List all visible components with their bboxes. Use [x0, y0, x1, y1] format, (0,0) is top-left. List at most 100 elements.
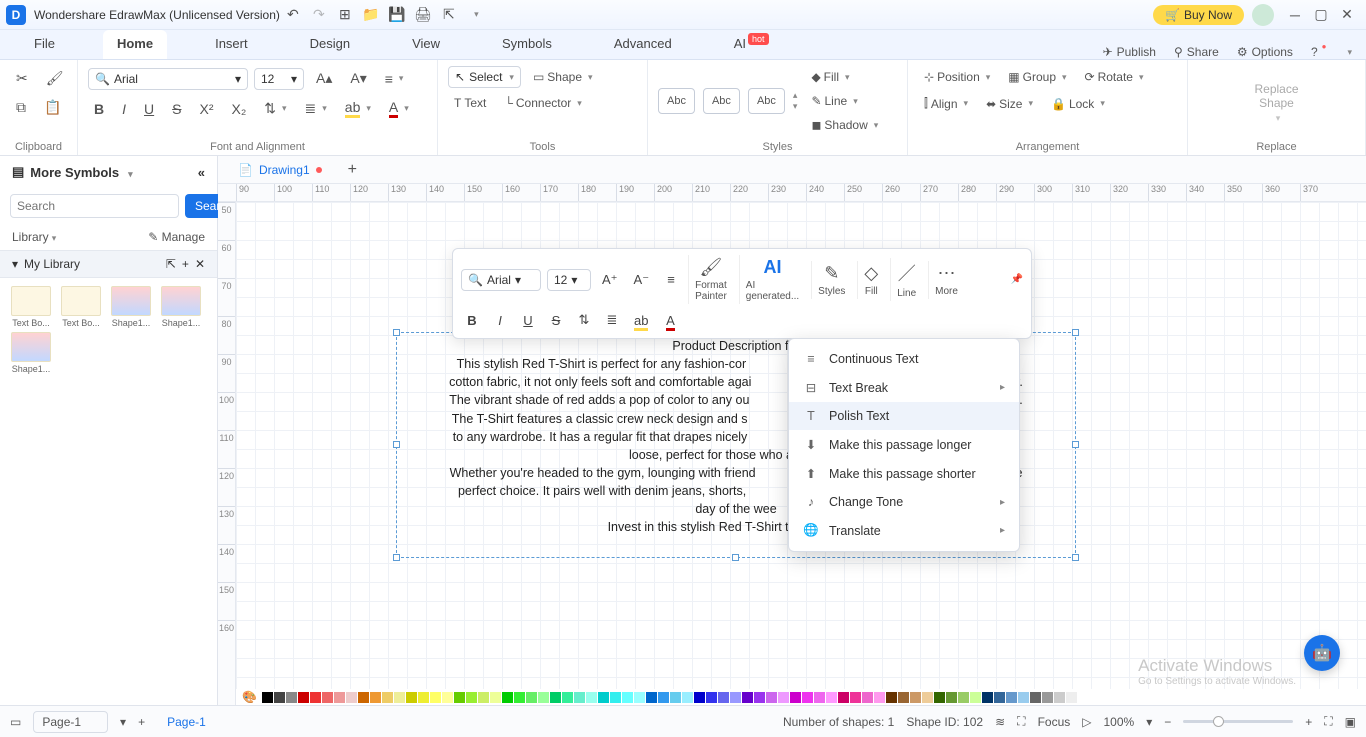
- color-swatch[interactable]: [874, 692, 885, 703]
- color-swatch[interactable]: [682, 692, 693, 703]
- color-picker-icon[interactable]: 🎨: [242, 690, 257, 704]
- lock-button[interactable]: 🔒 Lock: [1045, 93, 1111, 115]
- group-button[interactable]: ▦ Group: [1002, 66, 1072, 88]
- color-swatch[interactable]: [1006, 692, 1017, 703]
- increase-font-button[interactable]: A▴: [310, 66, 338, 91]
- print-button[interactable]: 🖨: [410, 2, 436, 28]
- float-size-select[interactable]: 12 ▾: [547, 269, 591, 291]
- tab-ai[interactable]: AIhot: [720, 30, 783, 59]
- redo-button[interactable]: ↷: [306, 2, 332, 28]
- color-swatch[interactable]: [982, 692, 993, 703]
- select-tool[interactable]: ↖ Select: [448, 66, 521, 88]
- buy-now-button[interactable]: 🛒 Buy Now: [1153, 5, 1244, 25]
- export-button[interactable]: ⇱: [436, 2, 462, 28]
- add-document-button[interactable]: +: [340, 161, 365, 179]
- style-preset-2[interactable]: Abc: [703, 88, 740, 114]
- color-swatch[interactable]: [610, 692, 621, 703]
- color-swatch[interactable]: [262, 692, 273, 703]
- tab-file[interactable]: File: [20, 30, 69, 59]
- canvas-grid[interactable]: Product Description for This stylish Red…: [236, 202, 1366, 689]
- color-swatch[interactable]: [754, 692, 765, 703]
- float-italic[interactable]: I: [489, 309, 511, 332]
- resize-handle-s[interactable]: [732, 554, 739, 561]
- lib-close-icon[interactable]: ✕: [195, 257, 205, 271]
- tab-insert[interactable]: Insert: [201, 30, 262, 59]
- color-swatch[interactable]: [1018, 692, 1029, 703]
- page-tab[interactable]: Page-1: [157, 711, 216, 733]
- color-swatch[interactable]: [766, 692, 777, 703]
- float-bullets[interactable]: ≣: [601, 308, 623, 332]
- color-swatch[interactable]: [478, 692, 489, 703]
- connector-tool[interactable]: └ Connector: [498, 92, 587, 114]
- color-swatch[interactable]: [670, 692, 681, 703]
- pin-toolbar-icon[interactable]: 📌: [1011, 274, 1023, 285]
- color-swatch[interactable]: [430, 692, 441, 703]
- color-swatch[interactable]: [538, 692, 549, 703]
- color-swatch[interactable]: [850, 692, 861, 703]
- color-swatch[interactable]: [958, 692, 969, 703]
- color-swatch[interactable]: [490, 692, 501, 703]
- align-button[interactable]: ⫿ Align: [918, 92, 974, 115]
- float-font-select[interactable]: 🔍 Arial ▾: [461, 269, 541, 291]
- styles-down[interactable]: ▾: [793, 101, 798, 112]
- color-swatch[interactable]: [394, 692, 405, 703]
- color-swatch[interactable]: [310, 692, 321, 703]
- color-swatch[interactable]: [826, 692, 837, 703]
- pages-icon[interactable]: ▭: [10, 715, 21, 729]
- color-swatch[interactable]: [370, 692, 381, 703]
- resize-handle-w[interactable]: [393, 441, 400, 448]
- bullets-button[interactable]: ≣: [299, 96, 333, 121]
- float-bold[interactable]: B: [461, 309, 483, 332]
- add-page-button[interactable]: +: [138, 715, 145, 729]
- tab-view[interactable]: View: [398, 30, 454, 59]
- color-swatch[interactable]: [358, 692, 369, 703]
- user-avatar[interactable]: [1252, 4, 1274, 26]
- float-styles-button[interactable]: ✎Styles: [811, 261, 851, 299]
- presentation-icon[interactable]: ▷: [1082, 715, 1091, 729]
- zoom-percent[interactable]: 100%: [1103, 715, 1134, 729]
- color-swatch[interactable]: [454, 692, 465, 703]
- color-swatch[interactable]: [382, 692, 393, 703]
- text-tool[interactable]: T Text: [448, 92, 492, 114]
- color-swatch[interactable]: [946, 692, 957, 703]
- style-preset-1[interactable]: Abc: [658, 88, 695, 114]
- ctx-item-polish-text[interactable]: TPolish Text: [789, 402, 1019, 430]
- float-spacing[interactable]: ⇅: [573, 308, 595, 332]
- underline-button[interactable]: U: [138, 97, 160, 121]
- color-swatch[interactable]: [994, 692, 1005, 703]
- library-dropdown[interactable]: Library: [12, 230, 56, 244]
- color-swatch[interactable]: [586, 692, 597, 703]
- ctx-item-translate[interactable]: 🌐Translate▸: [789, 516, 1019, 545]
- format-painter-button[interactable]: 🖌Format Painter: [688, 255, 733, 304]
- fit-page-icon[interactable]: ⛶: [1324, 714, 1332, 729]
- replace-shape-button[interactable]: Replace Shape: [1248, 78, 1304, 128]
- color-swatch[interactable]: [922, 692, 933, 703]
- color-swatch[interactable]: [406, 692, 417, 703]
- color-swatch[interactable]: [442, 692, 453, 703]
- shape-item[interactable]: Shape1...: [158, 286, 204, 328]
- layers-icon[interactable]: ≋: [995, 715, 1005, 729]
- resize-handle-sw[interactable]: [393, 554, 400, 561]
- tab-home[interactable]: Home: [103, 30, 167, 59]
- collapse-lib-icon[interactable]: ▾: [12, 257, 18, 271]
- color-swatch[interactable]: [802, 692, 813, 703]
- float-increase-font[interactable]: A⁺: [597, 268, 623, 292]
- tab-advanced[interactable]: Advanced: [600, 30, 686, 59]
- color-swatch[interactable]: [646, 692, 657, 703]
- collapse-panel-icon[interactable]: «: [198, 165, 205, 180]
- color-swatch[interactable]: [706, 692, 717, 703]
- copy-button[interactable]: ⧉: [10, 95, 32, 120]
- ctx-item-continuous-text[interactable]: ≡Continuous Text: [789, 345, 1019, 373]
- symbol-search-input[interactable]: [10, 194, 179, 218]
- subscript-button[interactable]: X₂: [225, 97, 252, 121]
- help-button[interactable]: ?●: [1311, 45, 1327, 59]
- styles-up[interactable]: ▴: [793, 90, 798, 101]
- save-button[interactable]: 💾: [384, 2, 410, 28]
- color-swatch[interactable]: [1030, 692, 1041, 703]
- float-more-button[interactable]: ⋯More: [928, 261, 964, 299]
- collapse-ribbon[interactable]: [1344, 47, 1352, 58]
- float-align[interactable]: ≡: [660, 268, 682, 291]
- zoom-in-button[interactable]: +: [1305, 715, 1312, 729]
- position-button[interactable]: ⊹ Position: [918, 66, 996, 88]
- open-button[interactable]: 📁: [358, 2, 384, 28]
